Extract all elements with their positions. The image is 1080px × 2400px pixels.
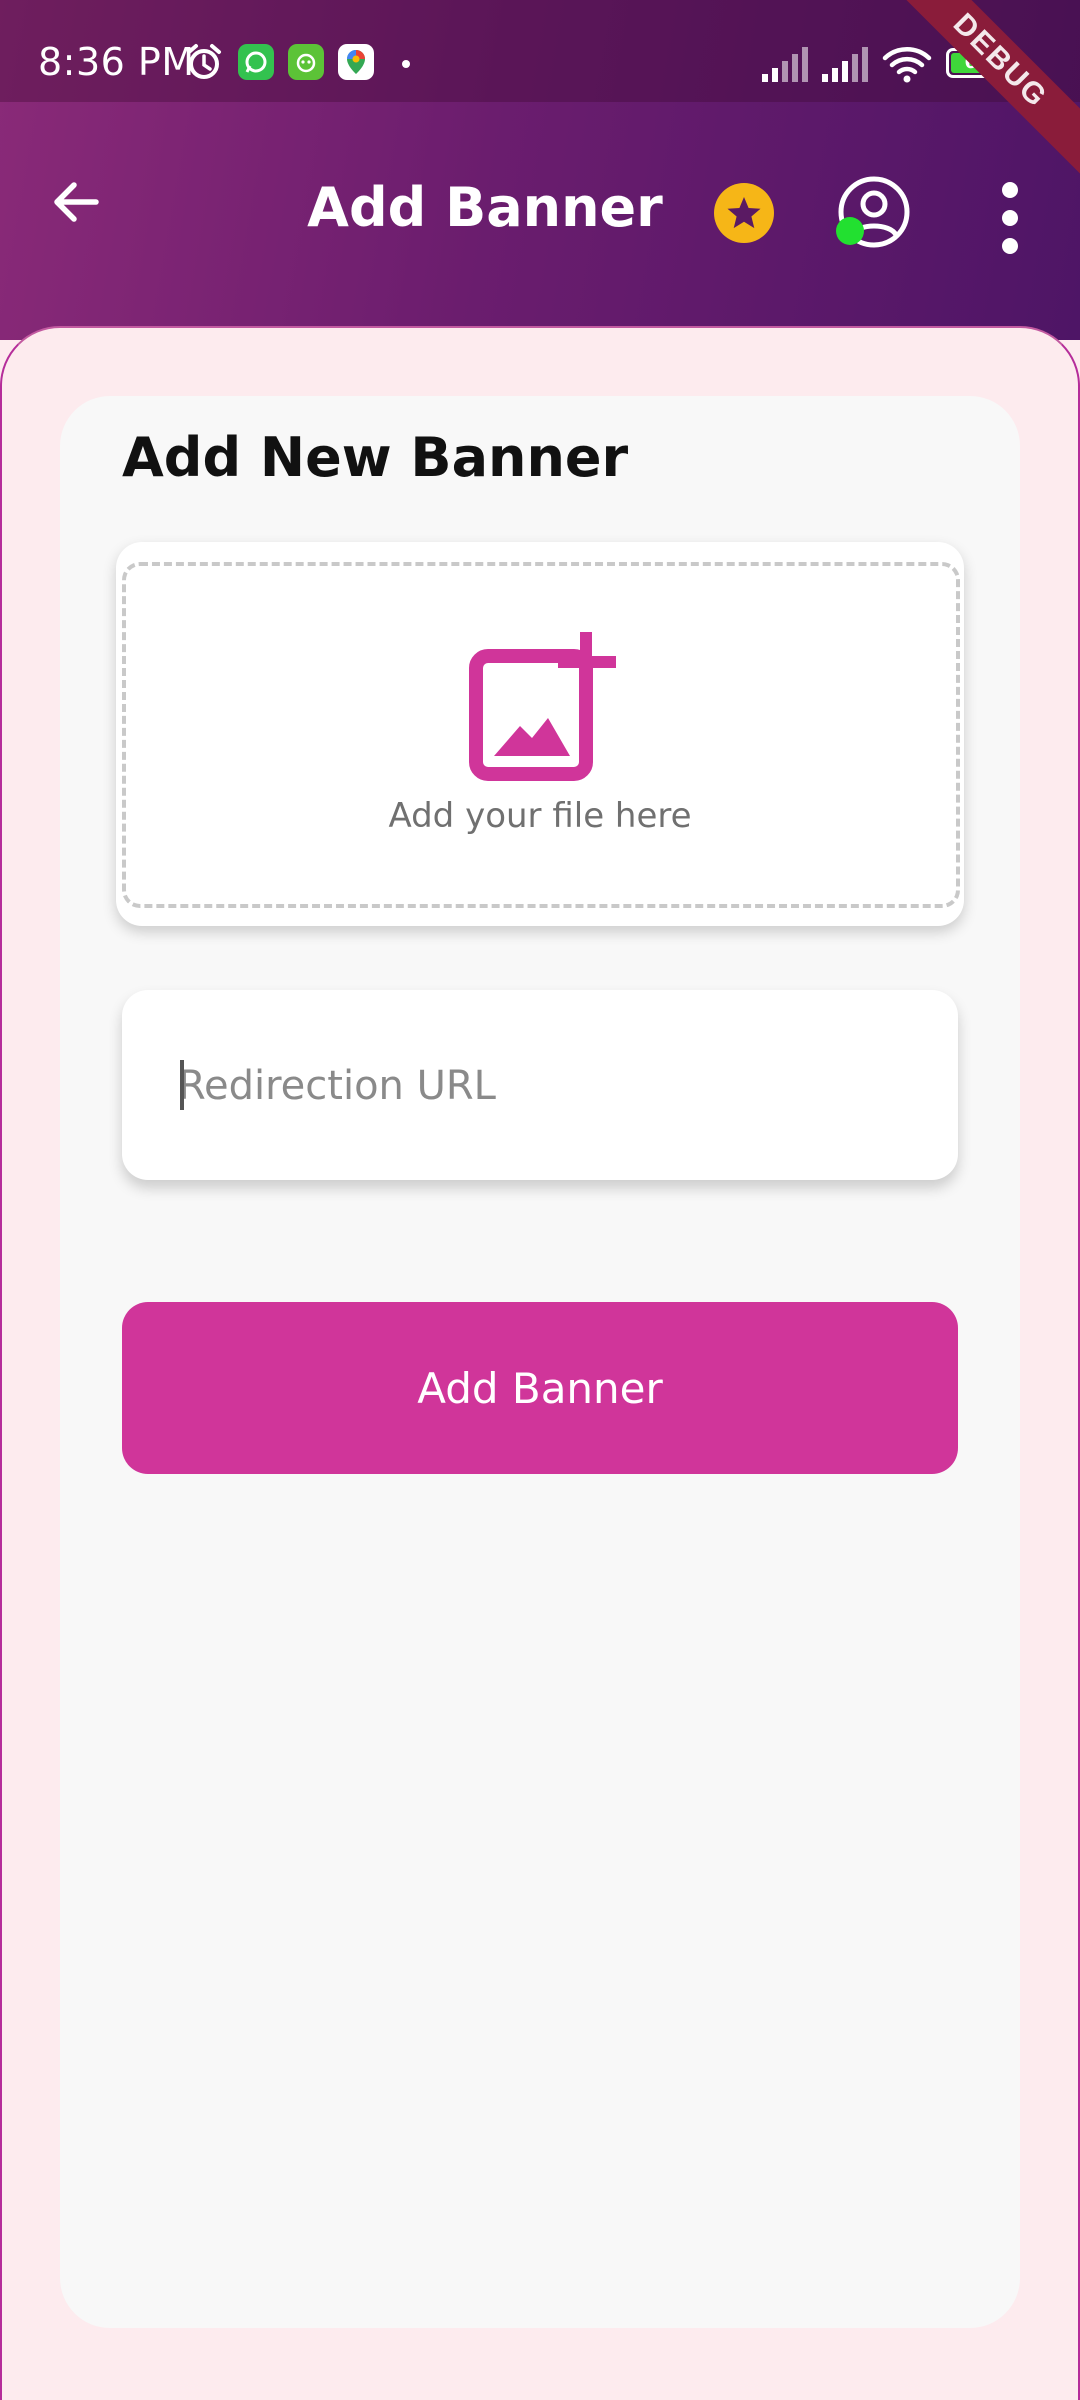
star-button[interactable] bbox=[714, 183, 774, 243]
back-arrow-icon[interactable] bbox=[46, 172, 106, 232]
online-status-dot bbox=[836, 217, 864, 245]
alarm-icon bbox=[187, 44, 221, 79]
whatsapp-icon bbox=[238, 44, 274, 80]
more-notifications-dot bbox=[402, 60, 410, 68]
page-title: Add Banner bbox=[307, 176, 663, 239]
add-banner-button[interactable]: Add Banner bbox=[122, 1302, 958, 1474]
status-bar: 8:36 PM bbox=[0, 0, 1080, 102]
app-notification-icon bbox=[288, 44, 324, 80]
signal-icon bbox=[762, 47, 808, 82]
more-vert-icon[interactable] bbox=[990, 178, 1030, 258]
form-heading: Add New Banner bbox=[122, 426, 629, 489]
redirection-url-input[interactable] bbox=[178, 1058, 918, 1114]
signal-icon bbox=[822, 47, 868, 82]
maps-icon bbox=[338, 44, 374, 80]
add-photo-icon bbox=[469, 632, 616, 781]
app-bar: Add Banner bbox=[0, 102, 1080, 322]
text-cursor bbox=[180, 1060, 184, 1110]
upload-label: Add your file here bbox=[388, 796, 692, 836]
status-time: 8:36 PM bbox=[38, 40, 195, 84]
star-icon bbox=[727, 197, 761, 229]
wifi-icon bbox=[882, 47, 932, 83]
